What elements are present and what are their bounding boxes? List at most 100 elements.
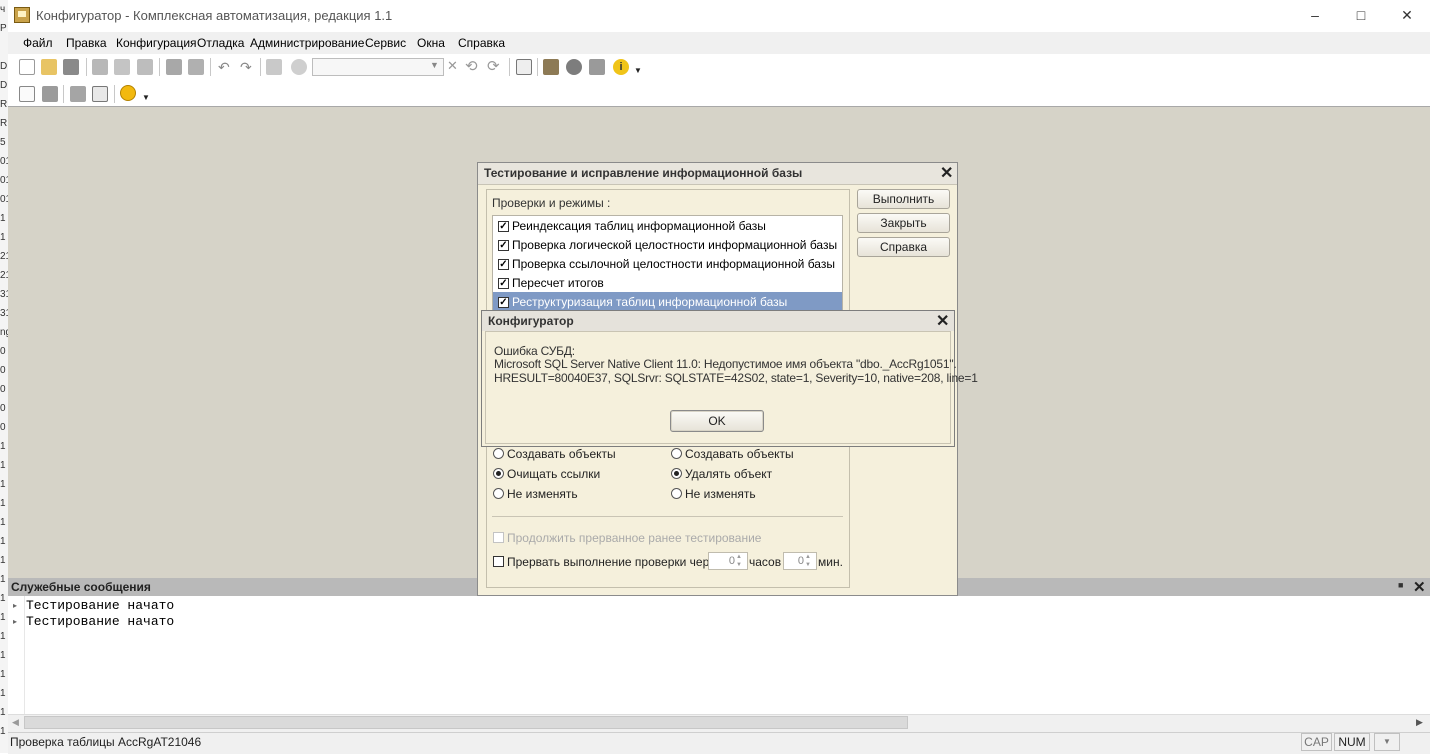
scroll-left-icon[interactable]: ◀ (12, 717, 19, 728)
help-index-icon[interactable] (589, 59, 605, 75)
close-icon[interactable]: ✕ (1384, 0, 1430, 30)
check-logical[interactable]: Проверка логической целостности информац… (512, 238, 837, 252)
help-button[interactable]: Справка (857, 237, 950, 257)
checkbox[interactable] (493, 532, 504, 543)
info-icon[interactable]: i (613, 59, 629, 75)
error-line-2: Microsoft SQL Server Native Client 11.0:… (494, 357, 957, 371)
paste-icon[interactable] (137, 59, 153, 75)
menu-configuration[interactable]: Конфигурация (116, 36, 197, 50)
checkbox[interactable] (493, 556, 504, 567)
menu-file[interactable]: Файл (23, 36, 53, 50)
maximize-icon[interactable]: □ (1338, 0, 1384, 30)
radio-button[interactable] (493, 448, 504, 459)
radio-button[interactable] (671, 488, 682, 499)
continue-checkbox-label[interactable]: Продолжить прерванное ранее тестирование (507, 531, 761, 545)
option-left-none[interactable]: Не изменять (507, 487, 578, 501)
hours-stepper[interactable]: 0 (708, 552, 748, 570)
pin-icon[interactable]: ■ (1398, 580, 1403, 590)
background-text-fragment: 1 (0, 688, 6, 699)
run-button[interactable]: Выполнить (857, 189, 950, 209)
background-text-fragment: 31 (0, 308, 8, 319)
print-preview-icon[interactable] (188, 59, 204, 75)
radio-button[interactable] (493, 488, 504, 499)
stepper-arrows-icon[interactable]: ▲ ▼ (805, 553, 811, 569)
debug-icon[interactable] (543, 59, 559, 75)
close-icon[interactable]: ✕ (940, 163, 953, 183)
check-referential[interactable]: Проверка ссылочной целостности информаци… (512, 257, 835, 271)
checkbox[interactable]: ✓ (498, 278, 509, 289)
background-text-fragment (0, 38, 8, 57)
menu-debug[interactable]: Отладка (197, 36, 244, 50)
menu-administration[interactable]: Администрирование (250, 36, 364, 50)
dropdown-arrow-icon[interactable]: ▼ (142, 93, 150, 102)
option-right-create[interactable]: Создавать объекты (685, 447, 794, 461)
help-icon[interactable] (566, 59, 582, 75)
properties-icon[interactable] (92, 86, 108, 102)
redo-icon[interactable]: ↷ (240, 59, 256, 75)
check-restructure[interactable]: Реструктуризация таблиц информационной б… (512, 295, 787, 309)
stepper-arrows-icon[interactable]: ▲ ▼ (736, 553, 742, 569)
option-left-clear[interactable]: Очищать ссылки (507, 467, 600, 481)
save-icon[interactable] (63, 59, 79, 75)
checkbox[interactable]: ✓ (498, 297, 509, 308)
copy-icon[interactable] (114, 59, 130, 75)
checkbox[interactable]: ✓ (498, 221, 509, 232)
clear-icon[interactable]: ✕ (447, 58, 458, 74)
menu-edit[interactable]: Правка (66, 36, 107, 50)
find-icon[interactable] (266, 59, 282, 75)
option-right-none[interactable]: Не изменять (685, 487, 756, 501)
update-config-icon[interactable] (70, 86, 86, 102)
search-back-icon[interactable]: ⟲ (465, 59, 481, 75)
windows-icon[interactable] (516, 59, 532, 75)
check-totals[interactable]: Пересчет итогов (512, 276, 604, 290)
config-db-icon[interactable] (42, 86, 58, 102)
background-text-fragment: R (0, 99, 8, 110)
checkbox[interactable]: ✓ (498, 259, 509, 270)
background-text-fragment: 0 (0, 346, 6, 357)
radio-button[interactable] (671, 448, 682, 459)
open-folder-icon[interactable] (41, 59, 57, 75)
menu-help[interactable]: Справка (458, 36, 505, 50)
radio-button[interactable] (493, 468, 504, 479)
toolbar-separator (159, 58, 160, 76)
undo-icon[interactable]: ↶ (218, 59, 234, 75)
checkbox[interactable]: ✓ (498, 240, 509, 251)
menu-service[interactable]: Сервис (365, 36, 406, 50)
background-text-fragment: 21 (0, 251, 8, 262)
option-left-create[interactable]: Создавать объекты (507, 447, 616, 461)
toolbar-separator (210, 58, 211, 76)
dropdown-arrow-icon[interactable]: ▼ (634, 66, 642, 75)
divider (492, 516, 843, 517)
minimize-icon[interactable]: – (1292, 0, 1338, 30)
cut-icon[interactable] (92, 59, 108, 75)
config-tree-icon[interactable] (19, 86, 35, 102)
dialog-title: Тестирование и исправление информационно… (484, 166, 803, 180)
background-text-fragment: 1 (0, 232, 6, 243)
close-icon[interactable]: ✕ (936, 311, 949, 331)
run-debug-icon[interactable] (120, 85, 136, 101)
scrollbar-thumb[interactable] (24, 716, 908, 729)
print-icon[interactable] (166, 59, 182, 75)
new-document-icon[interactable] (19, 59, 35, 75)
radio-button[interactable] (671, 468, 682, 479)
chevron-down-icon[interactable]: ▼ (430, 60, 439, 70)
close-button[interactable]: Закрыть (857, 213, 950, 233)
interrupt-checkbox-label[interactable]: Прервать выполнение проверки через (507, 555, 721, 569)
close-icon[interactable]: ✕ (1413, 578, 1426, 596)
status-dropdown-icon[interactable]: ▼ (1374, 733, 1400, 751)
minutes-stepper[interactable]: 0 (783, 552, 817, 570)
check-reindex[interactable]: Реиндексация таблиц информационной базы (512, 219, 766, 233)
expand-icon[interactable]: ▸ (13, 617, 17, 626)
background-text-fragment: 01 (0, 194, 8, 205)
messages-gutter (24, 596, 25, 714)
search-combo[interactable] (312, 58, 444, 76)
background-text-fragment: ч (0, 4, 6, 15)
search-forward-icon[interactable]: ⟳ (487, 59, 503, 75)
expand-icon[interactable]: ▸ (13, 601, 17, 610)
ok-button[interactable]: OK (670, 410, 764, 432)
option-right-delete[interactable]: Удалять объект (685, 467, 772, 481)
scroll-right-icon[interactable]: ▶ (1416, 717, 1423, 728)
background-text-fragment: 0 (0, 422, 6, 433)
menu-windows[interactable]: Окна (417, 36, 445, 50)
find-next-icon[interactable] (291, 59, 307, 75)
